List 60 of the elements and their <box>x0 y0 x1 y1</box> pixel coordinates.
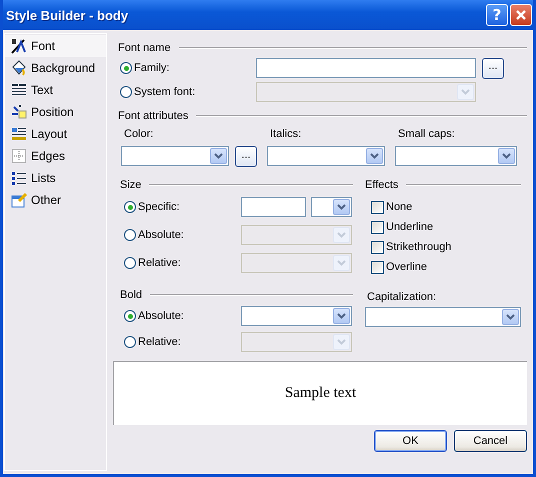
cancel-button[interactable]: Cancel <box>454 430 527 452</box>
attribute-select[interactable] <box>121 146 229 166</box>
field-label: Small caps: <box>397 128 456 142</box>
checkbox[interactable] <box>371 220 384 234</box>
category-item[interactable]: Lists <box>5 167 106 189</box>
ok-button[interactable]: OK <box>374 430 447 452</box>
category-item[interactable]: Font <box>5 35 106 57</box>
size-field[interactable] <box>241 197 306 217</box>
text-align-icon <box>11 82 27 98</box>
window-title: Style Builder - body <box>6 8 130 22</box>
radio-button[interactable] <box>120 62 132 74</box>
option-label: Absolute: <box>138 229 184 241</box>
checkbox[interactable] <box>371 240 384 254</box>
close-icon <box>515 9 527 21</box>
weight-select[interactable] <box>241 306 352 326</box>
layout-icon <box>11 126 27 142</box>
color-picker-button[interactable]: ... <box>235 146 257 167</box>
attribute-select[interactable] <box>395 146 517 166</box>
section-heading: Effects <box>365 179 398 191</box>
section-heading: Bold <box>120 289 142 301</box>
category-item[interactable]: Layout <box>5 123 106 145</box>
edges-icon <box>11 148 27 164</box>
option-label: None <box>386 201 412 213</box>
option-label: Absolute: <box>138 310 184 322</box>
option-label: Family: <box>134 62 170 74</box>
unit-select[interactable] <box>311 197 352 217</box>
category-item[interactable]: Background <box>5 57 106 79</box>
option-label: Underline <box>386 221 434 233</box>
option-label: Specific: <box>138 201 180 213</box>
field-label: Capitalization: <box>366 291 438 305</box>
category-item[interactable]: Other <box>5 189 106 211</box>
category-item[interactable]: Position <box>5 101 106 123</box>
window-icon <box>11 192 27 208</box>
position-icon <box>11 104 27 120</box>
sample-text: Sample text <box>284 385 356 402</box>
option-label: System font: <box>134 86 196 98</box>
section-heading: Font name <box>118 42 171 54</box>
option-label: Relative: <box>138 336 181 348</box>
checkbox[interactable] <box>371 200 384 214</box>
category-item[interactable]: Text <box>5 79 106 101</box>
field-label: Italics: <box>269 128 302 142</box>
family-field[interactable] <box>256 58 476 78</box>
list-icon <box>11 170 27 186</box>
section-heading: Font attributes <box>118 110 188 122</box>
checkbox[interactable] <box>371 260 384 274</box>
font-icon <box>11 38 27 54</box>
radio-button[interactable] <box>124 201 136 213</box>
attribute-select[interactable] <box>267 146 385 166</box>
category-item[interactable]: Edges <box>5 145 106 167</box>
close-button[interactable] <box>510 4 532 26</box>
paint-bucket-icon <box>11 60 27 76</box>
option-label: Relative: <box>138 257 181 269</box>
field-label: Color: <box>123 128 154 142</box>
capitalization-select[interactable] <box>365 307 521 327</box>
radio-button[interactable] <box>124 310 136 322</box>
option-label: Overline <box>386 261 427 273</box>
browse-button[interactable]: ... <box>482 58 504 78</box>
help-button[interactable]: ? <box>486 4 508 26</box>
section-heading: Size <box>120 179 142 191</box>
option-label: Strikethrough <box>386 241 452 253</box>
